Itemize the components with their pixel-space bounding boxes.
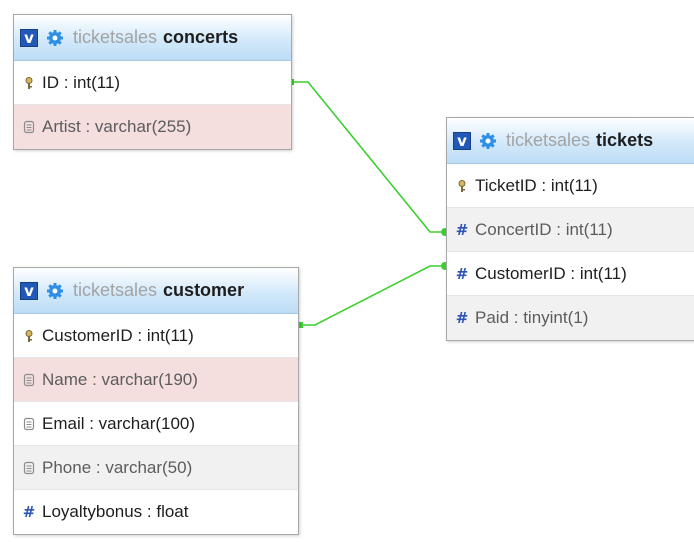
column-label: Phone : varchar(50): [42, 457, 193, 477]
column-label: CustomerID : int(11): [475, 263, 627, 283]
text-column-icon: [23, 120, 35, 134]
relation-customer-tickets: [300, 265, 445, 326]
column-row[interactable]: Artist : varchar(255): [14, 105, 291, 149]
column-label: CustomerID : int(11): [42, 325, 194, 345]
gear-icon[interactable]: [479, 132, 497, 150]
text-column-icon: [23, 373, 35, 386]
column-label: Email : varchar(100): [42, 413, 196, 433]
table-header[interactable]: v ticketsales tickets: [447, 118, 694, 164]
column-row[interactable]: Phone : varchar(50): [14, 446, 298, 490]
toggle-icon[interactable]: v: [20, 281, 38, 300]
relation-concerts-tickets: [293, 81, 445, 233]
text-column-icon: [23, 461, 35, 474]
toggle-icon[interactable]: v: [453, 131, 471, 150]
table-name: tickets: [596, 130, 654, 150]
key-icon: [458, 179, 466, 192]
column-row[interactable]: # CustomerID : int(11): [447, 252, 694, 296]
table-customer[interactable]: v ticketsales customer CustomerID : int(…: [13, 267, 299, 535]
column-row[interactable]: # ConcertID : int(11): [447, 208, 694, 252]
table-name: customer: [163, 280, 245, 300]
numeric-column-icon: #: [455, 264, 469, 283]
toggle-icon[interactable]: v: [20, 28, 38, 47]
key-icon: [25, 76, 33, 89]
table-name: concerts: [163, 27, 239, 47]
numeric-column-icon: #: [22, 503, 36, 521]
column-label: Artist : varchar(255): [42, 117, 192, 136]
table-tickets[interactable]: v ticketsales tickets TicketID : int(11)…: [446, 117, 694, 341]
db-name: ticketsales: [506, 130, 591, 150]
column-label: ID : int(11): [42, 72, 121, 92]
db-name: ticketsales: [73, 280, 158, 300]
key-icon: [25, 329, 33, 342]
column-label: Loyaltybonus : float: [42, 502, 189, 521]
text-column-icon: [23, 417, 35, 430]
table-header[interactable]: v ticketsales concerts: [14, 15, 291, 61]
column-row[interactable]: CustomerID : int(11): [14, 314, 298, 358]
table-concerts[interactable]: v ticketsales concerts ID : int(11) Arti…: [13, 14, 292, 150]
numeric-column-icon: #: [455, 220, 469, 239]
column-label: TicketID : int(11): [475, 175, 598, 195]
column-label: Name : varchar(190): [42, 369, 198, 389]
column-row[interactable]: Name : varchar(190): [14, 358, 298, 402]
column-label: ConcertID : int(11): [475, 219, 613, 239]
column-label: Paid : tinyint(1): [475, 308, 589, 327]
column-row[interactable]: TicketID : int(11): [447, 164, 694, 208]
column-row[interactable]: # Paid : tinyint(1): [447, 296, 694, 340]
column-row[interactable]: ID : int(11): [14, 61, 291, 105]
table-header[interactable]: v ticketsales customer: [14, 268, 298, 314]
db-name: ticketsales: [73, 27, 158, 47]
numeric-column-icon: #: [455, 309, 469, 327]
column-row[interactable]: Email : varchar(100): [14, 402, 298, 446]
gear-icon[interactable]: [46, 282, 64, 300]
column-row[interactable]: # Loyaltybonus : float: [14, 490, 298, 534]
gear-icon[interactable]: [46, 29, 64, 47]
